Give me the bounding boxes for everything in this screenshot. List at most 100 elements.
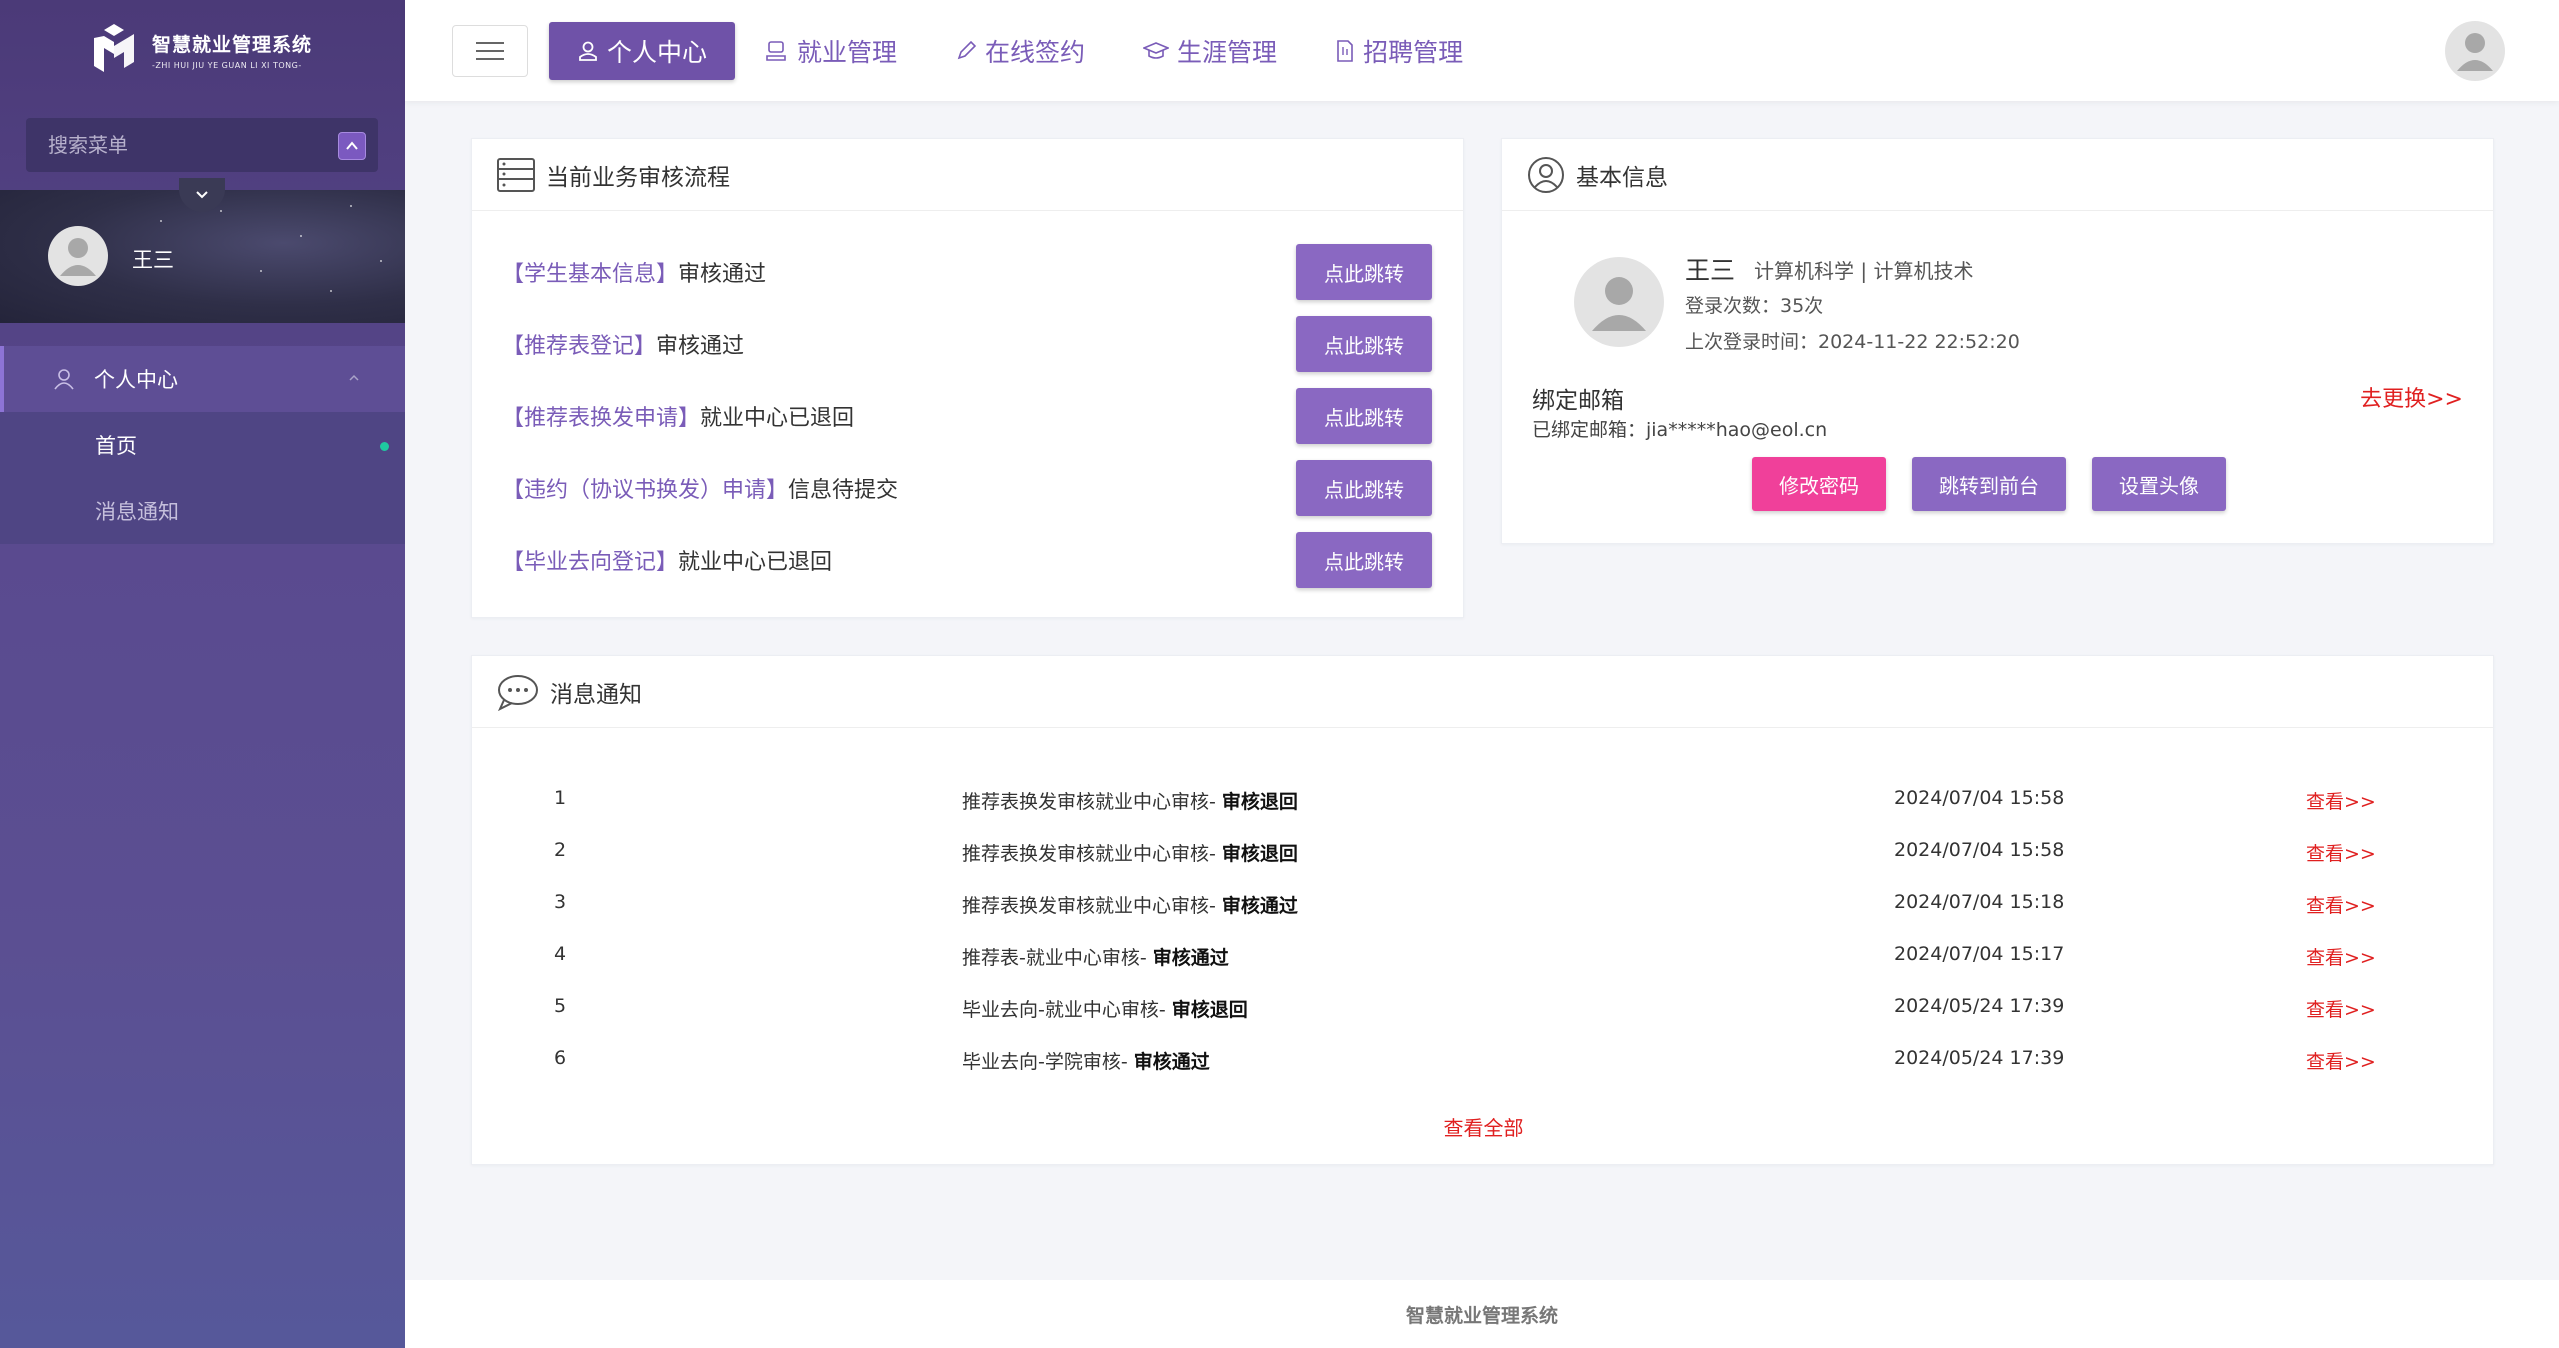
profile-avatar[interactable] xyxy=(1574,257,1664,347)
change-email-link[interactable]: 去更换>> xyxy=(2360,381,2463,413)
tab-online-signing[interactable]: 在线签约 xyxy=(927,22,1113,80)
message-time: 2024/07/04 15:18 xyxy=(1894,891,2065,913)
login-count: 登录次数：35次 xyxy=(1685,295,1824,317)
view-link[interactable]: 查看>> xyxy=(2306,787,2376,814)
tab-label: 招聘管理 xyxy=(1363,38,1464,67)
active-dot xyxy=(380,442,389,451)
flow-status: 就业中心已退回 xyxy=(700,406,855,431)
chevron-down-icon xyxy=(196,191,208,199)
pencil-icon xyxy=(957,40,977,60)
sidebar-item-personal-center[interactable]: 个人中心 xyxy=(0,346,405,412)
row-index: 1 xyxy=(554,787,567,809)
logo-title: 智慧就业管理系统 xyxy=(152,34,313,56)
sidebar-item-notifications[interactable]: 消息通知 xyxy=(0,478,405,544)
sidebar: 智慧就业管理系统 -ZHI HUI JIU YE GUAN LI XI TONG… xyxy=(0,0,405,1348)
flow-status: 审核通过 xyxy=(678,262,767,287)
sidebar-item-home[interactable]: 首页 xyxy=(0,412,405,478)
tab-career-management[interactable]: 生涯管理 xyxy=(1115,22,1305,80)
tab-recruitment-management[interactable]: 招聘管理 xyxy=(1307,22,1491,80)
view-link[interactable]: 查看>> xyxy=(2306,1047,2376,1074)
table-row: 4 推荐表-就业中心审核- 审核通过 2024/07/04 15:17 查看>> xyxy=(472,935,2495,975)
row-index: 3 xyxy=(554,891,567,913)
sidebar-username: 王三 xyxy=(132,248,174,272)
message-title: 推荐表-就业中心审核- 审核通过 xyxy=(962,947,1229,969)
tab-personal-center[interactable]: 个人中心 xyxy=(549,22,736,80)
go-frontend-button[interactable]: 跳转到前台 xyxy=(1912,457,2066,511)
profile-major: 计算机科学 | 计算机技术 xyxy=(1754,259,1974,283)
logo-subtitle: -ZHI HUI JIU YE GUAN LI XI TONG- xyxy=(152,61,302,70)
menu-search xyxy=(26,118,378,172)
search-toggle-button[interactable] xyxy=(338,132,366,160)
table-row: 6 毕业去向-学院审核- 审核通过 2024/05/24 17:39 查看>> xyxy=(472,1039,2495,1079)
basic-info-card: 基本信息 王三 计算机科学 | 计算机技术 登录次数：35次 上次登录时间：20… xyxy=(1501,138,2494,544)
tab-employment-management[interactable]: 就业管理 xyxy=(737,22,925,80)
jump-button[interactable]: 点此跳转 xyxy=(1296,316,1432,372)
chevron-up-icon xyxy=(346,141,358,150)
message-time: 2024/05/24 17:39 xyxy=(1894,1047,2065,1069)
sidebar-item-label: 首页 xyxy=(95,434,137,458)
table-row: 5 毕业去向-就业中心审核- 审核退回 2024/05/24 17:39 查看>… xyxy=(472,987,2495,1027)
flow-row: 【违约（协议书换发）申请】 信息待提交 点此跳转 xyxy=(502,460,1432,516)
user-icon xyxy=(2457,33,2493,71)
flow-row: 【推荐表登记】 审核通过 点此跳转 xyxy=(502,316,1432,372)
user-icon xyxy=(1592,277,1646,331)
document-icon xyxy=(1337,40,1353,62)
message-title: 推荐表换发审核就业中心审核- 审核退回 xyxy=(962,843,1298,865)
row-index: 6 xyxy=(554,1047,567,1069)
view-link[interactable]: 查看>> xyxy=(2306,891,2376,918)
set-avatar-button[interactable]: 设置头像 xyxy=(2092,457,2226,511)
card-title: 基本信息 xyxy=(1576,164,1668,191)
view-all-link[interactable]: 查看全部 xyxy=(472,1112,2495,1141)
menu-search-input[interactable] xyxy=(48,133,328,157)
chat-bubble-icon xyxy=(498,674,538,711)
chevron-up-icon xyxy=(349,374,359,381)
logo: 智慧就业管理系统 -ZHI HUI JIU YE GUAN LI XI TONG… xyxy=(86,22,312,78)
tab-label: 个人中心 xyxy=(607,38,708,67)
flow-link[interactable]: 【学生基本信息】 xyxy=(502,256,678,288)
sidebar-menu: 个人中心 首页 消息通知 xyxy=(0,346,405,544)
row-index: 5 xyxy=(554,995,567,1017)
bound-email: 已绑定邮箱：jia*****hao@eol.cn xyxy=(1532,419,1828,441)
table-row: 1 推荐表换发审核就业中心审核- 审核退回 2024/07/04 15:58 查… xyxy=(472,779,2495,819)
message-time: 2024/05/24 17:39 xyxy=(1894,995,2065,1017)
change-password-button[interactable]: 修改密码 xyxy=(1752,457,1886,511)
flow-status: 信息待提交 xyxy=(788,478,899,503)
top-header: 个人中心 就业管理 在线签约 生涯管理 招聘管理 xyxy=(405,0,2559,101)
message-title: 推荐表换发审核就业中心审核- 审核通过 xyxy=(962,895,1298,917)
flow-link[interactable]: 【毕业去向登记】 xyxy=(502,544,678,576)
user-circle-icon xyxy=(1528,156,1564,193)
flow-link[interactable]: 【推荐表换发申请】 xyxy=(502,400,700,432)
flow-status: 审核通过 xyxy=(656,334,745,359)
table-row: 2 推荐表换发审核就业中心审核- 审核退回 2024/07/04 15:58 查… xyxy=(472,831,2495,871)
server-icon xyxy=(497,157,535,192)
top-navigation: 个人中心 就业管理 在线签约 生涯管理 招聘管理 xyxy=(549,22,1493,80)
message-time: 2024/07/04 15:58 xyxy=(1894,787,2065,809)
view-link[interactable]: 查看>> xyxy=(2306,995,2376,1022)
card-title: 当前业务审核流程 xyxy=(546,164,730,191)
message-title: 毕业去向-就业中心审核- 审核退回 xyxy=(962,999,1248,1021)
notifications-card: 消息通知 1 推荐表换发审核就业中心审核- 审核退回 2024/07/04 15… xyxy=(471,655,2494,1165)
view-link[interactable]: 查看>> xyxy=(2306,839,2376,866)
menu-toggle-button[interactable] xyxy=(452,25,528,77)
flow-row: 【推荐表换发申请】 就业中心已退回 点此跳转 xyxy=(502,388,1432,444)
user-outline-icon xyxy=(54,369,74,390)
view-link[interactable]: 查看>> xyxy=(2306,943,2376,970)
message-title: 推荐表换发审核就业中心审核- 审核退回 xyxy=(962,791,1298,813)
tab-label: 在线签约 xyxy=(985,38,1086,67)
flow-link[interactable]: 【违约（协议书换发）申请】 xyxy=(502,472,788,504)
flow-link[interactable]: 【推荐表登记】 xyxy=(502,328,656,360)
card-title: 消息通知 xyxy=(550,681,642,708)
message-title: 毕业去向-学院审核- 审核通过 xyxy=(962,1051,1210,1073)
sidebar-item-label: 个人中心 xyxy=(94,368,178,392)
jump-button[interactable]: 点此跳转 xyxy=(1296,532,1432,588)
jump-button[interactable]: 点此跳转 xyxy=(1296,388,1432,444)
profile-name: 王三 xyxy=(1685,256,1736,285)
user-icon xyxy=(60,238,96,276)
jump-button[interactable]: 点此跳转 xyxy=(1296,244,1432,300)
email-title: 绑定邮箱 xyxy=(1532,388,1624,414)
avatar[interactable] xyxy=(48,226,108,286)
jump-button[interactable]: 点此跳转 xyxy=(1296,460,1432,516)
user-avatar[interactable] xyxy=(2445,21,2505,81)
stamp-icon xyxy=(766,41,786,61)
message-time: 2024/07/04 15:58 xyxy=(1894,839,2065,861)
